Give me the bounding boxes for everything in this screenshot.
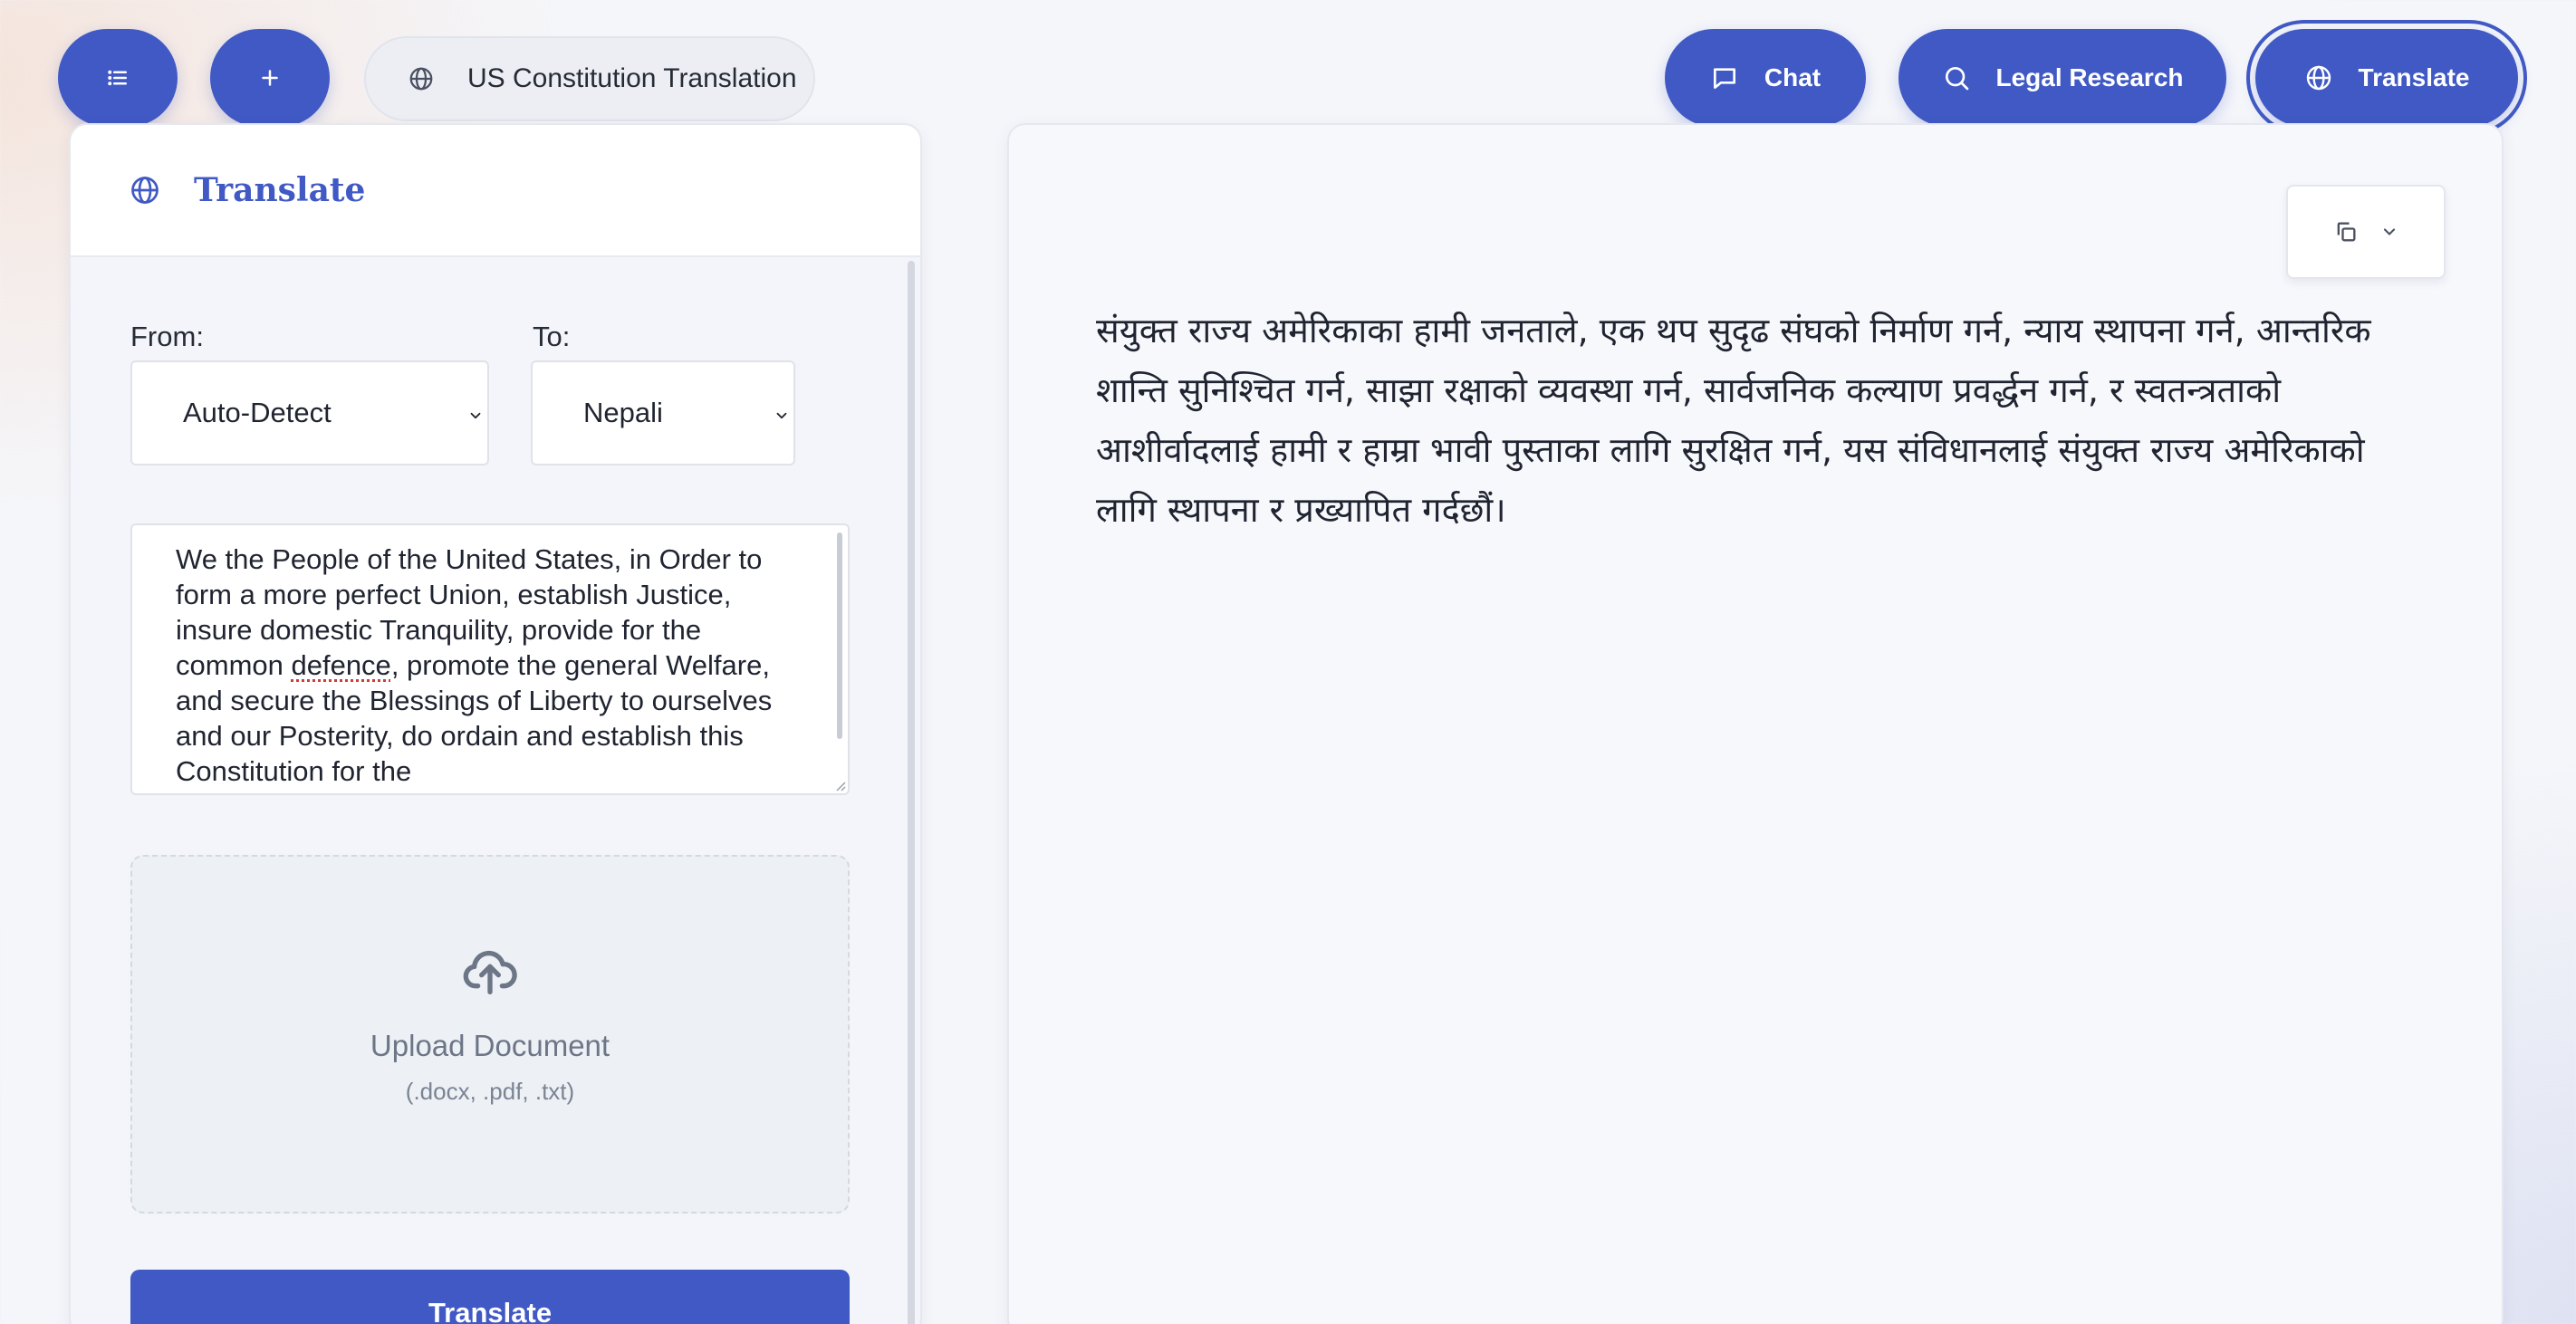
globe-icon — [2306, 65, 2331, 91]
nav-legal-research-button[interactable]: Legal Research — [1898, 29, 2226, 127]
source-text-input[interactable]: We the People of the United States, in O… — [130, 523, 850, 795]
message-square-icon — [1713, 68, 1735, 89]
chevron-down-icon — [2383, 228, 2396, 235]
from-language-value: Auto-Detect — [183, 397, 332, 428]
conversation-title: US Constitution Translation — [467, 63, 797, 93]
panel-header: Translate — [71, 125, 920, 257]
panel-title: Translate — [194, 171, 366, 209]
to-language-label: To: — [533, 321, 571, 352]
globe-icon — [409, 67, 433, 91]
chevron-down-icon — [470, 412, 481, 419]
new-conversation-button[interactable] — [210, 29, 330, 127]
upload-document-dropzone[interactable]: Upload Document (.docx, .pdf, .txt) — [130, 855, 850, 1214]
translated-text: संयुक्त राज्य अमेरिकाका हामी जनताले, एक … — [1096, 311, 2371, 530]
source-text-scrollbar[interactable] — [837, 532, 842, 739]
nav-chat-button[interactable]: Chat — [1665, 29, 1866, 127]
sidebar-toggle-button[interactable] — [58, 29, 178, 127]
translate-panel: Translate From: To: Auto-Detect Nepali W… — [69, 123, 922, 1324]
globe-icon — [131, 177, 159, 204]
chevron-down-icon — [776, 412, 787, 419]
nav-legal-research-label: Legal Research — [1995, 63, 2184, 91]
copy-icon — [2337, 222, 2356, 242]
nav-chat-label: Chat — [1764, 63, 1821, 91]
nav-translate-label: Translate — [2358, 63, 2470, 91]
translate-submit-label: Translate — [428, 1297, 553, 1324]
upload-title: Upload Document — [370, 1029, 610, 1062]
panel-scrollbar[interactable] — [908, 261, 915, 1324]
to-language-select[interactable]: Nepali — [531, 360, 795, 465]
spellcheck-flagged-word: defence — [291, 649, 391, 681]
from-language-label: From: — [130, 321, 204, 352]
conversation-title-pill[interactable]: US Constitution Translation — [364, 36, 815, 121]
upload-file-types: (.docx, .pdf, .txt) — [405, 1078, 575, 1105]
resize-grip-icon[interactable] — [833, 779, 846, 792]
list-icon — [108, 70, 127, 86]
from-language-select[interactable]: Auto-Detect — [130, 360, 489, 465]
plus-icon — [262, 70, 278, 86]
search-icon — [1945, 67, 1968, 91]
translate-submit-button[interactable]: Translate — [130, 1270, 850, 1324]
nav-translate-button[interactable]: Translate — [2246, 20, 2527, 136]
copy-dropdown-button[interactable] — [2286, 185, 2446, 279]
translation-output-panel: संयुक्त राज्य अमेरिकाका हामी जनताले, एक … — [1007, 123, 2504, 1324]
to-language-value: Nepali — [583, 397, 663, 428]
cloud-upload-icon — [463, 950, 517, 994]
